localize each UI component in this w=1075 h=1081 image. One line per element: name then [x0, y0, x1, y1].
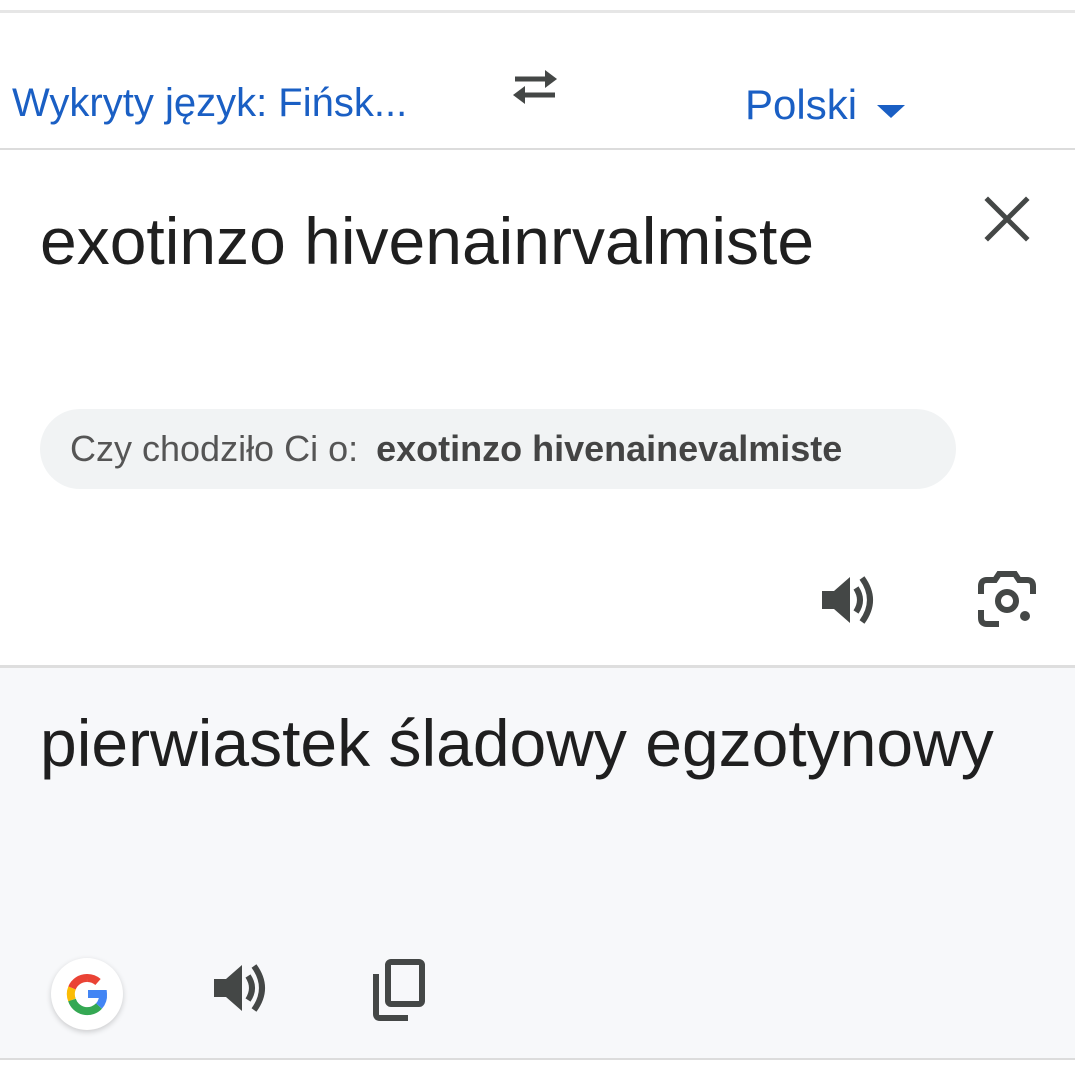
listen-translation-button[interactable]: [210, 956, 274, 1020]
dropdown-arrow-icon: [877, 104, 906, 118]
listen-source-button[interactable]: [818, 568, 882, 632]
swap-languages-button[interactable]: [502, 65, 568, 109]
language-bar: Wykryty język: Fińsk... Polski: [0, 13, 1075, 149]
close-icon: [984, 196, 1030, 242]
target-language-selector[interactable]: Polski: [745, 81, 906, 129]
source-text-input[interactable]: exotinzo hivenainrvalmiste: [40, 190, 940, 292]
speaker-icon: [214, 964, 265, 1012]
google-g-icon: [66, 974, 108, 1016]
source-panel: exotinzo hivenainrvalmiste Czy chodziło …: [0, 150, 1075, 665]
camera-lens-button[interactable]: [975, 570, 1039, 634]
bottom-divider: [0, 1058, 1075, 1060]
swap-arrows-icon: [513, 70, 557, 104]
suggestion-prefix: Czy chodziło Ci o:: [70, 428, 359, 469]
source-language-selector[interactable]: Wykryty język: Fińsk...: [12, 81, 407, 126]
google-logo-button[interactable]: [51, 958, 123, 1030]
translation-panel: pierwiastek śladowy egzotynowy: [0, 668, 1075, 1058]
did-you-mean-suggestion[interactable]: Czy chodziło Ci o: exotinzo hivenaineval…: [40, 409, 956, 489]
clear-text-button[interactable]: [980, 192, 1034, 246]
speaker-icon: [822, 576, 873, 624]
suggestion-value: exotinzo hivenainevalmiste: [376, 428, 843, 469]
target-language-label: Polski: [745, 81, 858, 128]
translation-text: pierwiastek śladowy egzotynowy: [40, 706, 994, 780]
copy-icon: [373, 959, 425, 1021]
camera-lens-icon: [978, 571, 1036, 627]
copy-translation-button[interactable]: [368, 958, 430, 1022]
